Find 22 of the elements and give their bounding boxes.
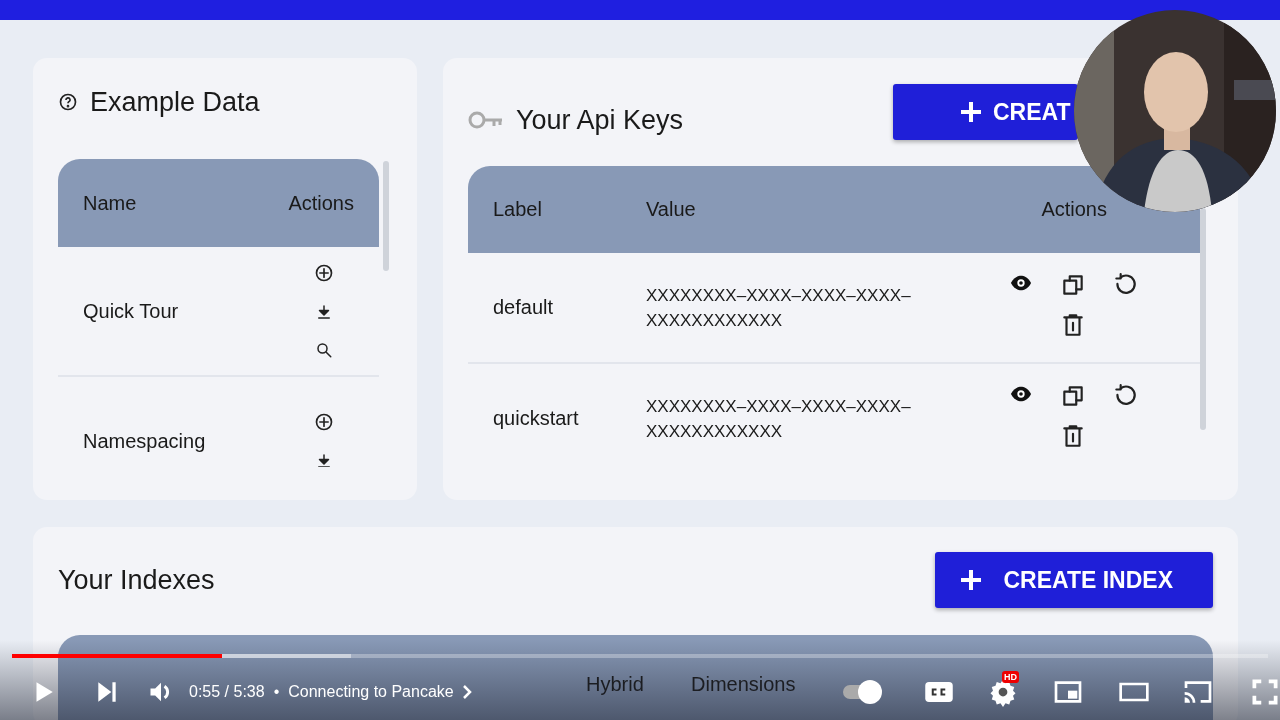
table-cell-text: default	[493, 296, 555, 319]
table-cell-text: Quick Tour	[83, 299, 180, 323]
card-title: Your Api Keys	[516, 104, 684, 136]
column-header: Dimensions	[691, 673, 796, 696]
separator-dot: •	[273, 683, 280, 701]
hd-badge: HD	[1002, 671, 1019, 683]
column-header: Actions	[288, 191, 354, 215]
chapter-title[interactable]: Connecting to Pancake	[288, 683, 454, 701]
create-button[interactable]: CREATE INDEX	[935, 552, 1213, 608]
video-time: 0:55 / 5:38	[189, 683, 265, 701]
key-value: XXXXXXXX–XXXX–XXXX–XXXX–XXXXXXXXXXXX	[646, 395, 912, 443]
table-cell-text: Namespacing	[83, 429, 207, 453]
column-header: Value	[646, 198, 697, 221]
column-header: Name	[83, 191, 138, 215]
create-button[interactable]: CREAT	[893, 84, 1078, 140]
table-cell-text: quickstart	[493, 407, 580, 430]
column-header: Actions	[1041, 198, 1107, 221]
key-value: XXXXXXXX–XXXX–XXXX–XXXX–XXXXXXXXXXXX	[646, 284, 912, 332]
card-title: Example Data	[90, 86, 260, 118]
card-title: Your Indexes	[58, 564, 215, 596]
column-header: Hybrid	[586, 673, 644, 696]
column-header: Label	[493, 198, 543, 221]
